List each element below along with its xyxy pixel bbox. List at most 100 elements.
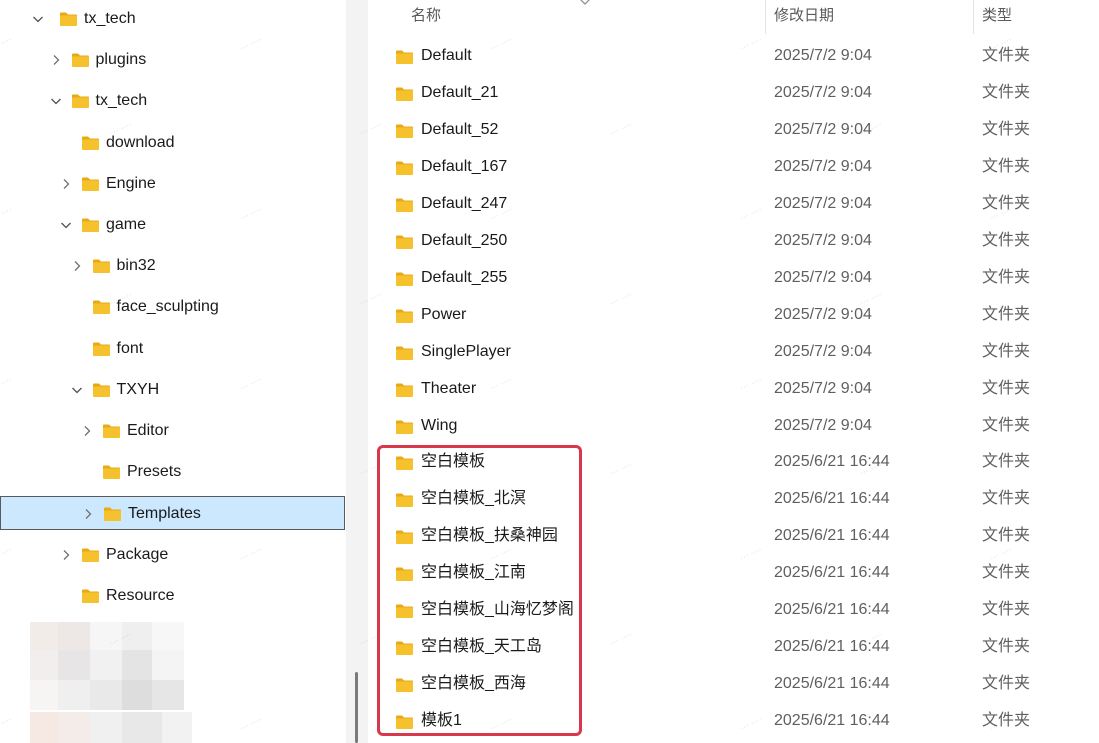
nav-scrollbar-thumb[interactable] xyxy=(355,672,358,743)
file-type: 文件夹 xyxy=(982,305,1031,323)
file-modified-date: 2025/6/21 16:44 xyxy=(774,453,890,471)
tree-item-label: bin32 xyxy=(116,257,156,275)
tree-item[interactable]: Resource xyxy=(0,579,344,613)
redacted-block xyxy=(58,650,90,680)
tree-item-label: download xyxy=(106,133,175,151)
file-type: 文件夹 xyxy=(982,527,1031,545)
file-modified-date: 2025/7/2 9:04 xyxy=(774,416,872,434)
folder-icon xyxy=(92,299,111,315)
file-name: Default_52 xyxy=(421,120,499,138)
tree-item-label: face_sculpting xyxy=(116,298,219,316)
file-name: 空白模板_江南 xyxy=(421,564,526,582)
tree-item[interactable]: tx_tech xyxy=(0,84,344,118)
folder-icon xyxy=(395,49,414,65)
chevron-right-icon[interactable] xyxy=(81,507,95,521)
tree-item[interactable]: Presets xyxy=(0,455,344,489)
column-modified[interactable]: 修改日期 xyxy=(774,6,834,26)
tree-item[interactable]: tx_tech xyxy=(0,2,344,36)
file-type: 文件夹 xyxy=(982,453,1031,471)
folder-icon xyxy=(81,135,100,151)
file-type: 文件夹 xyxy=(982,601,1031,619)
folder-icon xyxy=(81,217,100,233)
tree-item[interactable]: face_sculpting xyxy=(0,290,344,324)
file-modified-date: 2025/7/2 9:04 xyxy=(774,305,872,323)
file-modified-date: 2025/6/21 16:44 xyxy=(774,490,890,508)
file-modified-date: 2025/7/2 9:04 xyxy=(774,83,872,101)
tree-item[interactable]: Package xyxy=(0,538,344,572)
folder-icon xyxy=(395,160,414,176)
tree-item[interactable]: font xyxy=(0,332,344,366)
column-divider[interactable] xyxy=(765,0,766,34)
file-type: 文件夹 xyxy=(982,416,1031,434)
tree-item-label: Presets xyxy=(127,463,182,481)
file-row[interactable]: Power 2025/7/2 9:04 文件夹 xyxy=(368,297,1099,334)
chevron-right-icon[interactable] xyxy=(80,424,94,438)
folder-icon xyxy=(395,714,414,730)
chevron-right-icon[interactable] xyxy=(70,259,84,273)
chevron-down-icon[interactable] xyxy=(49,94,63,108)
file-row[interactable]: Default_21 2025/7/2 9:04 文件夹 xyxy=(368,75,1099,112)
nav-scrollbar-track[interactable] xyxy=(346,0,368,743)
file-row[interactable]: Default_247 2025/7/2 9:04 文件夹 xyxy=(368,186,1099,223)
tree-item[interactable]: Editor xyxy=(0,414,344,448)
tree-item[interactable]: TXYH xyxy=(0,373,344,407)
folder-icon xyxy=(395,455,414,471)
file-row[interactable]: 模板1 2025/6/21 16:44 文件夹 xyxy=(368,703,1099,740)
file-modified-date: 2025/7/2 9:04 xyxy=(774,157,872,175)
tree-item[interactable]: Templates xyxy=(0,496,345,531)
file-row[interactable]: SinglePlayer 2025/7/2 9:04 文件夹 xyxy=(368,334,1099,371)
tree-item-label: plugins xyxy=(95,51,147,69)
file-type: 文件夹 xyxy=(982,490,1031,508)
folder-icon xyxy=(71,93,90,109)
tree-item[interactable]: game xyxy=(0,208,344,242)
column-header: 名称 修改日期 类型 xyxy=(368,0,1099,36)
redacted-block xyxy=(30,680,58,710)
file-row[interactable]: Default_52 2025/7/2 9:04 文件夹 xyxy=(368,112,1099,149)
redacted-block xyxy=(122,650,152,680)
file-row[interactable]: 空白模板_西海 2025/6/21 16:44 文件夹 xyxy=(368,666,1099,703)
chevron-right-icon[interactable] xyxy=(49,53,63,67)
file-modified-date: 2025/7/2 9:04 xyxy=(774,379,872,397)
redacted-block xyxy=(122,712,162,743)
redacted-block xyxy=(122,622,152,650)
file-row[interactable]: 空白模板_山海忆梦阁 2025/6/21 16:44 文件夹 xyxy=(368,592,1099,629)
tree-item[interactable]: Engine xyxy=(0,167,344,201)
chevron-right-icon[interactable] xyxy=(59,548,73,562)
tree-item-label: Engine xyxy=(106,174,156,192)
file-row[interactable]: Theater 2025/7/2 9:04 文件夹 xyxy=(368,371,1099,408)
tree-item[interactable]: bin32 xyxy=(0,249,344,283)
file-row[interactable]: Default 2025/7/2 9:04 文件夹 xyxy=(368,38,1099,75)
tree-item[interactable]: plugins xyxy=(0,43,344,77)
file-explorer-window: tx_tech plugins tx_tech download Engine game b… xyxy=(0,0,1099,743)
file-modified-date: 2025/7/2 9:04 xyxy=(774,268,872,286)
file-row[interactable]: 空白模板_天工岛 2025/6/21 16:44 文件夹 xyxy=(368,629,1099,666)
file-row[interactable]: 空白模板_扶桑神园 2025/6/21 16:44 文件夹 xyxy=(368,518,1099,555)
file-name: 空白模板_西海 xyxy=(421,675,526,693)
folder-icon xyxy=(395,234,414,250)
file-row[interactable]: Default_167 2025/7/2 9:04 文件夹 xyxy=(368,149,1099,186)
file-name: 空白模板_山海忆梦阁 xyxy=(421,601,574,619)
tree-item[interactable]: download xyxy=(0,126,344,160)
file-name: Wing xyxy=(421,416,458,434)
file-name: 空白模板_天工岛 xyxy=(421,638,542,656)
file-row[interactable]: 空白模板_北溟 2025/6/21 16:44 文件夹 xyxy=(368,481,1099,518)
chevron-down-icon[interactable] xyxy=(70,383,84,397)
file-row[interactable]: 空白模板 2025/6/21 16:44 文件夹 xyxy=(368,444,1099,481)
redacted-block xyxy=(152,650,184,680)
column-type[interactable]: 类型 xyxy=(982,6,1012,26)
file-name: Default_167 xyxy=(421,157,508,175)
file-name: 空白模板 xyxy=(421,453,486,471)
chevron-right-icon[interactable] xyxy=(59,177,73,191)
chevron-down-icon[interactable] xyxy=(59,218,73,232)
column-divider[interactable] xyxy=(973,0,974,34)
file-modified-date: 2025/6/21 16:44 xyxy=(774,564,890,582)
file-modified-date: 2025/7/2 9:04 xyxy=(774,120,872,138)
file-row[interactable]: Default_250 2025/7/2 9:04 文件夹 xyxy=(368,223,1099,260)
file-row[interactable]: Wing 2025/7/2 9:04 文件夹 xyxy=(368,408,1099,445)
file-row[interactable]: Default_255 2025/7/2 9:04 文件夹 xyxy=(368,260,1099,297)
tree-item-label: tx_tech xyxy=(84,10,136,27)
column-name[interactable]: 名称 xyxy=(411,6,441,26)
chevron-down-icon[interactable] xyxy=(31,12,45,26)
file-row[interactable]: 空白模板_江南 2025/6/21 16:44 文件夹 xyxy=(368,555,1099,592)
file-type: 文件夹 xyxy=(982,120,1031,138)
